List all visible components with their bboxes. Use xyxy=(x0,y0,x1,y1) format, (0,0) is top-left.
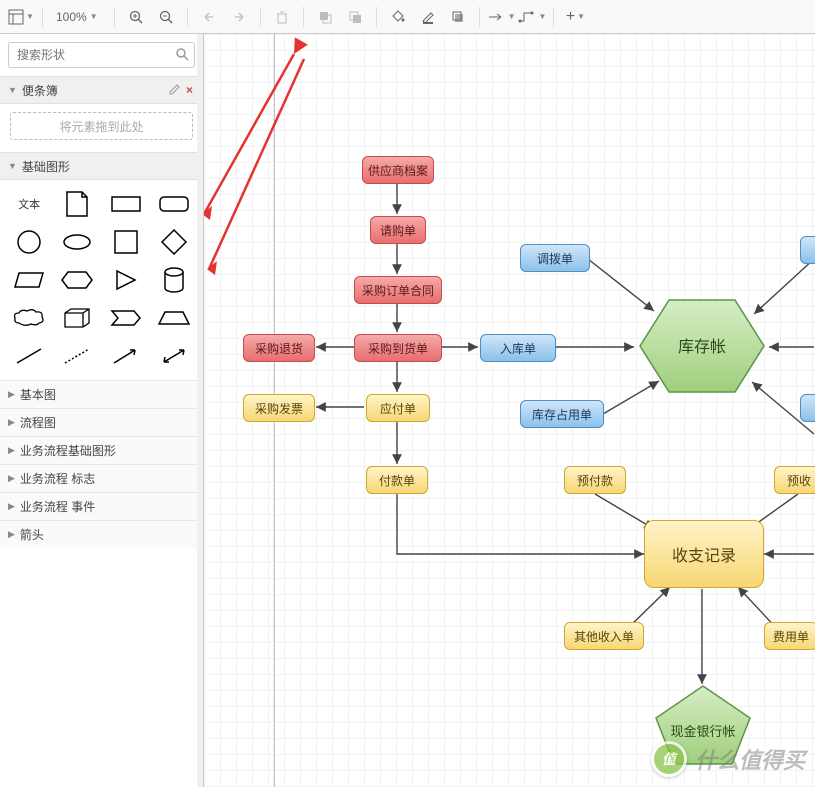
waypoints-button[interactable]: ▼ xyxy=(518,3,547,31)
basic-shapes-header[interactable]: ▼ 基础图形 xyxy=(0,152,203,180)
shape-arrow-line[interactable] xyxy=(105,342,147,370)
node-prereceipt[interactable]: 预收 xyxy=(774,466,815,494)
separator xyxy=(553,7,554,27)
shape-rect[interactable] xyxy=(105,190,147,218)
shape-cylinder[interactable] xyxy=(153,266,195,294)
canvas[interactable]: 供应商档案 请购单 采购订单合同 采购退货 采购到货单 入库单 调拨单 库存占用… xyxy=(204,34,815,787)
separator xyxy=(260,7,261,27)
node-po-contract[interactable]: 采购订单合同 xyxy=(354,276,442,304)
zoom-select[interactable]: 100% ▼ xyxy=(50,3,107,31)
line-color-button[interactable] xyxy=(414,3,442,31)
shape-hexagon[interactable] xyxy=(56,266,98,294)
shape-circle[interactable] xyxy=(8,228,50,256)
chevron-right-icon: ▶ xyxy=(8,389,15,400)
node-prepaid[interactable]: 预付款 xyxy=(564,466,626,494)
section-flowchart[interactable]: ▶流程图 xyxy=(0,408,203,436)
zoom-in-button[interactable] xyxy=(122,3,150,31)
watermark-logo: 值 xyxy=(651,741,687,777)
shape-square[interactable] xyxy=(105,228,147,256)
close-icon[interactable]: × xyxy=(184,83,195,97)
delete-button[interactable] xyxy=(268,3,296,31)
shape-note[interactable] xyxy=(56,190,98,218)
node-transfer[interactable]: 调拨单 xyxy=(520,244,590,272)
shape-dashed-line[interactable] xyxy=(56,342,98,370)
node-purchase-invoice[interactable]: 采购发票 xyxy=(243,394,315,422)
layout-button[interactable]: ▼ xyxy=(7,3,35,31)
shape-palette: 文本 xyxy=(0,180,203,380)
separator xyxy=(376,7,377,27)
svg-text:库存帐: 库存帐 xyxy=(678,338,726,356)
chevron-right-icon: ▶ xyxy=(8,417,15,428)
section-bpmn-basic[interactable]: ▶业务流程基础图形 xyxy=(0,436,203,464)
chevron-right-icon: ▶ xyxy=(8,529,15,540)
basic-shapes-title: 基础图形 xyxy=(22,158,195,175)
node-partial-2[interactable] xyxy=(800,394,815,422)
separator xyxy=(42,7,43,27)
search-input[interactable] xyxy=(8,42,195,68)
edit-icon[interactable] xyxy=(168,83,180,98)
shape-step[interactable] xyxy=(105,304,147,332)
svg-text:现金银行帐: 现金银行帐 xyxy=(670,724,735,739)
chevron-down-icon: ▼ xyxy=(8,85,17,95)
node-payment[interactable]: 付款单 xyxy=(366,466,428,494)
shape-diamond[interactable] xyxy=(153,228,195,256)
undo-button[interactable] xyxy=(195,3,223,31)
node-goods-receipt[interactable]: 采购到货单 xyxy=(354,334,442,362)
shape-search xyxy=(8,42,195,68)
toolbar: ▼ 100% ▼ ▼ ▼ xyxy=(0,0,815,34)
separator xyxy=(479,7,480,27)
shape-cloud[interactable] xyxy=(8,304,50,332)
chevron-right-icon: ▶ xyxy=(8,445,15,456)
node-expense[interactable]: 费用单 xyxy=(764,622,815,650)
watermark-text: 什么值得买 xyxy=(695,743,805,775)
shape-text[interactable]: 文本 xyxy=(8,190,50,218)
node-supplier[interactable]: 供应商档案 xyxy=(362,156,434,184)
node-payable[interactable]: 应付单 xyxy=(366,394,430,422)
search-icon[interactable] xyxy=(175,47,189,64)
chevron-down-icon: ▼ xyxy=(8,161,17,171)
node-inventory-ledger[interactable]: 库存帐 xyxy=(636,296,768,399)
separator xyxy=(187,7,188,27)
shape-line[interactable] xyxy=(8,342,50,370)
node-requisition[interactable]: 请购单 xyxy=(370,216,426,244)
separator xyxy=(114,7,115,27)
to-back-button[interactable] xyxy=(341,3,369,31)
shape-double-arrow[interactable] xyxy=(153,342,195,370)
shape-cube[interactable] xyxy=(56,304,98,332)
node-other-income[interactable]: 其他收入单 xyxy=(564,622,644,650)
main: ▼ 便条簿 × 将元素拖到此处 ▼ 基础图形 文本 xyxy=(0,34,815,787)
scratchpad-dropzone[interactable]: 将元素拖到此处 xyxy=(10,112,193,140)
dropzone-label: 将元素拖到此处 xyxy=(59,118,143,135)
node-partial-1[interactable] xyxy=(800,236,815,264)
section-basic-diagram[interactable]: ▶基本图 xyxy=(0,380,203,408)
section-bpmn-markers[interactable]: ▶业务流程 标志 xyxy=(0,464,203,492)
to-front-button[interactable] xyxy=(311,3,339,31)
shape-ellipse[interactable] xyxy=(56,228,98,256)
chevron-right-icon: ▶ xyxy=(8,501,15,512)
shape-rounded-rect[interactable] xyxy=(153,190,195,218)
shape-trapezoid[interactable] xyxy=(153,304,195,332)
node-income-expense[interactable]: 收支记录 xyxy=(644,520,764,588)
zoom-out-button[interactable] xyxy=(152,3,180,31)
scratchpad-title: 便条簿 xyxy=(22,82,168,99)
node-purchase-return[interactable]: 采购退货 xyxy=(243,334,315,362)
shape-parallelogram[interactable] xyxy=(8,266,50,294)
section-bpmn-events[interactable]: ▶业务流程 事件 xyxy=(0,492,203,520)
sidebar-scrollbar[interactable] xyxy=(197,34,203,787)
fill-color-button[interactable] xyxy=(384,3,412,31)
node-stock-occupy[interactable]: 库存占用单 xyxy=(520,400,604,428)
zoom-value: 100% xyxy=(56,10,87,24)
shadow-button[interactable] xyxy=(444,3,472,31)
insert-button[interactable]: + ▼ xyxy=(561,3,589,31)
node-stock-in[interactable]: 入库单 xyxy=(480,334,556,362)
sidebar: ▼ 便条簿 × 将元素拖到此处 ▼ 基础图形 文本 xyxy=(0,34,204,787)
chevron-right-icon: ▶ xyxy=(8,473,15,484)
redo-button[interactable] xyxy=(225,3,253,31)
scratchpad-header[interactable]: ▼ 便条簿 × xyxy=(0,76,203,104)
separator xyxy=(303,7,304,27)
section-arrows[interactable]: ▶箭头 xyxy=(0,520,203,548)
shape-triangle[interactable] xyxy=(105,266,147,294)
watermark: 值 什么值得买 xyxy=(651,741,805,777)
connection-button[interactable]: ▼ xyxy=(487,3,516,31)
